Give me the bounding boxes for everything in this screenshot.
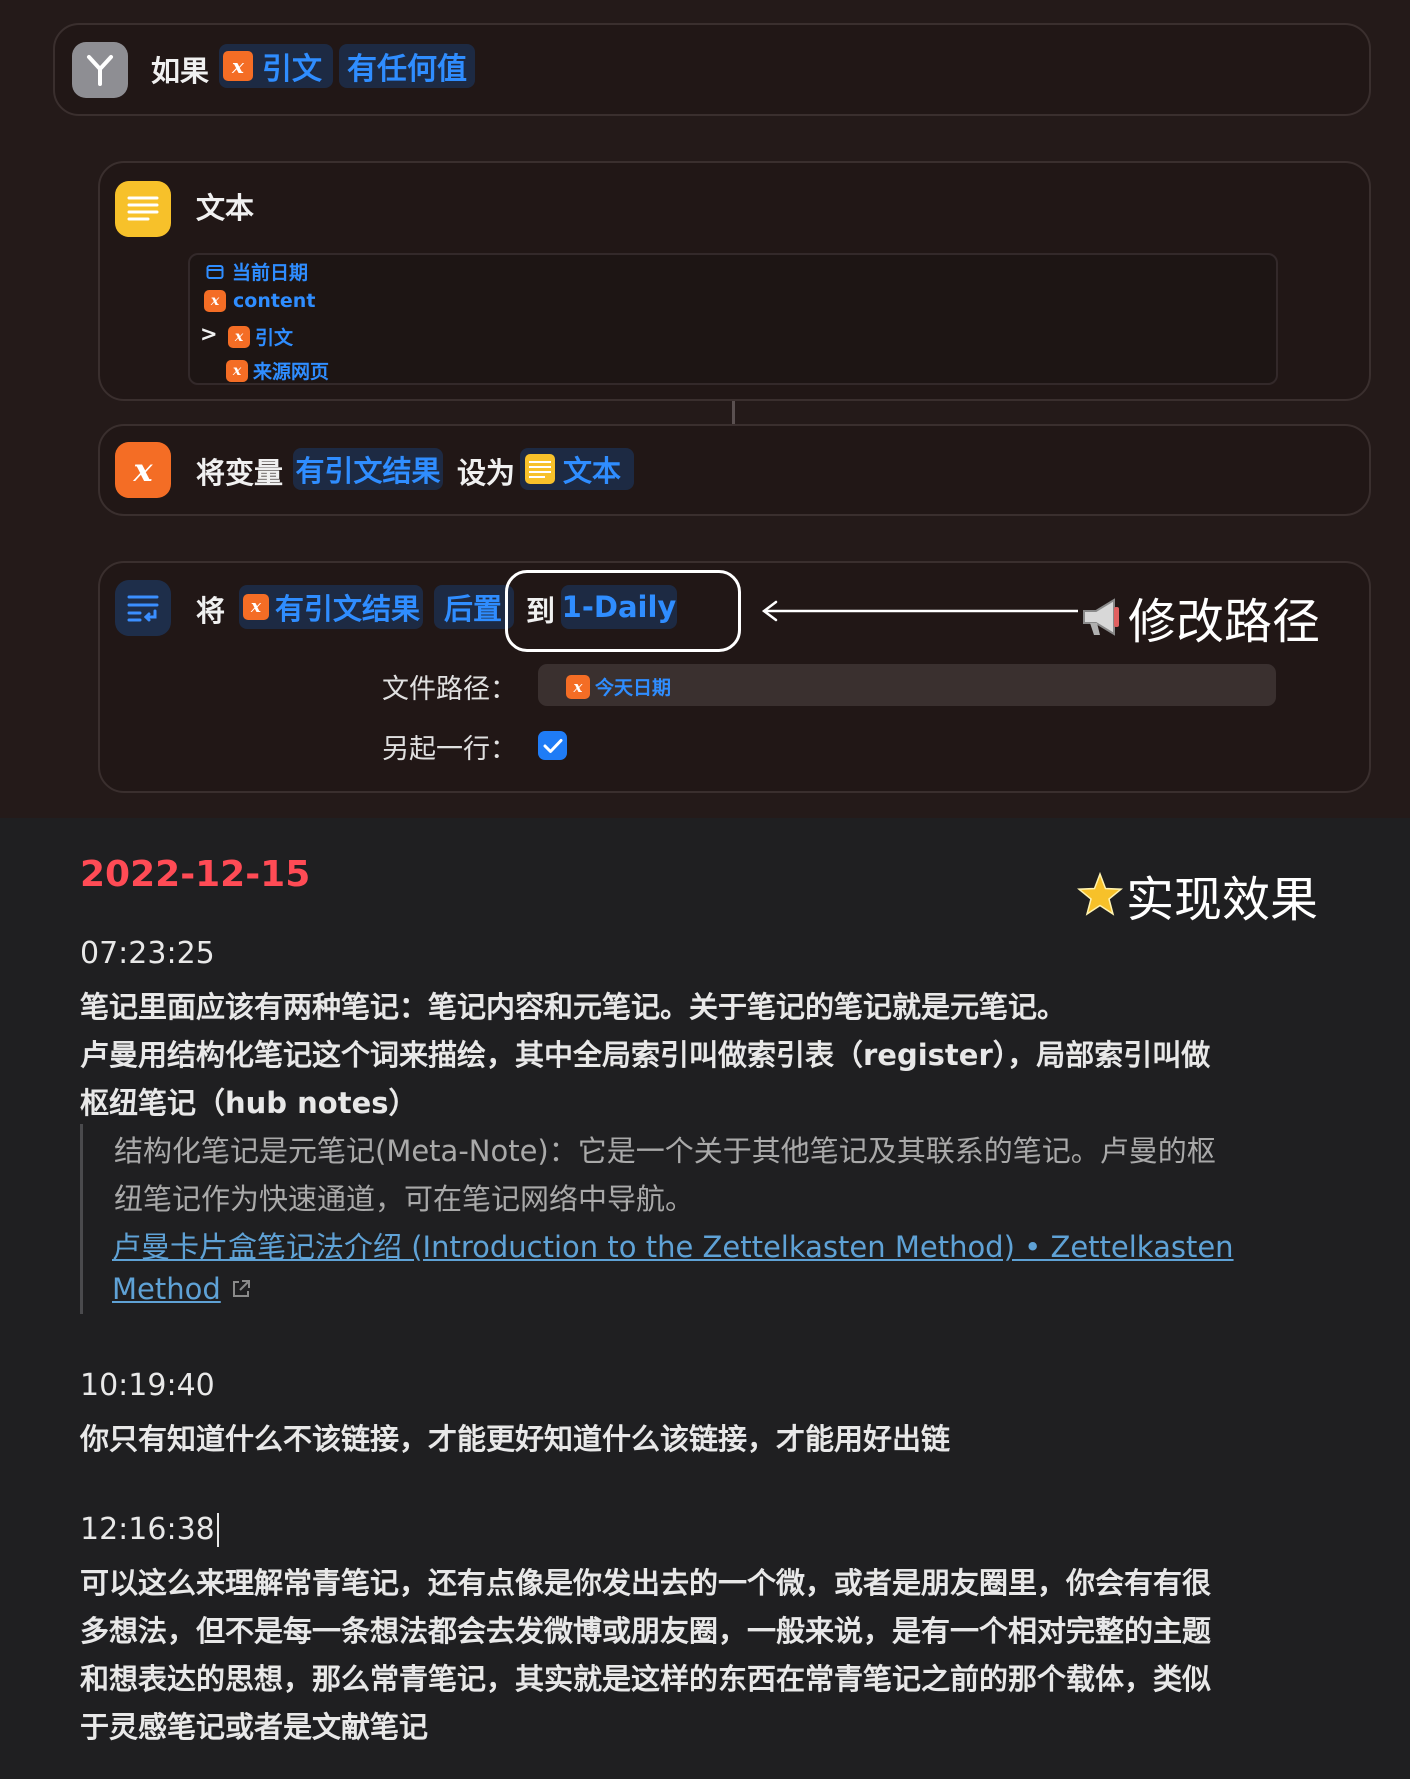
variable-icon: x	[226, 359, 248, 382]
note-date-heading: 2022-12-15	[80, 854, 311, 895]
quote-marker: >	[200, 322, 218, 346]
entry-line: 可以这么来理解常青笔记，还有点像是你发出去的一个微，或者是朋友圈里，你会有有很	[80, 1566, 1212, 1600]
if-keyword: 如果	[151, 54, 210, 88]
action-connector	[732, 401, 735, 424]
entry-time-with-cursor: 12:16:38	[80, 1512, 219, 1547]
today-date-token[interactable]: x 今天日期	[566, 673, 671, 700]
variable-icon: x	[115, 442, 171, 498]
variable-icon: x	[566, 674, 590, 699]
text-icon	[115, 181, 171, 237]
text-icon	[525, 454, 555, 484]
entry-line: 和想表达的思想，那么常青笔记，其实就是这样的东西在常青笔记之前的那个载体，类似	[80, 1662, 1212, 1696]
checkmark-icon	[543, 738, 562, 753]
set-variable-prefix: 将变量	[196, 456, 284, 490]
quote-line: 结构化笔记是元笔记(Meta-Note)：它是一个关于其他笔记及其联系的笔记。卢…	[114, 1134, 1216, 1168]
set-variable-action[interactable]: x 将变量 有引文结果 设为 文本	[98, 424, 1371, 516]
file-path-label: 文件路径：	[382, 674, 517, 705]
entry-line: 笔记里面应该有两种笔记：笔记内容和元笔记。关于笔记的笔记就是元笔记。	[80, 990, 1067, 1024]
if-variable-token[interactable]: x 引文	[219, 44, 333, 88]
quote-variable-token[interactable]: x 引文	[228, 323, 293, 350]
note-preview: 2022-12-15 实现效果 07:23:25 笔记里面应该有两种笔记：笔记内…	[0, 818, 1410, 1779]
source-page-token[interactable]: x 来源网页	[226, 357, 329, 384]
quote-line: 纽笔记作为快速通道，可在笔记网络中导航。	[114, 1182, 695, 1216]
external-link-icon	[232, 1280, 250, 1297]
set-value-token[interactable]: 文本	[520, 448, 634, 490]
source-link-continued[interactable]: Method	[112, 1272, 253, 1306]
result-annotation: 实现效果	[1076, 860, 1318, 930]
new-line-checkbox[interactable]	[538, 731, 567, 760]
megaphone-icon	[1083, 598, 1119, 636]
branch-icon	[72, 42, 128, 98]
variable-icon: x	[223, 51, 253, 81]
append-variable-token[interactable]: x 有引文结果	[239, 585, 423, 629]
variable-icon: x	[243, 594, 269, 620]
entry-line: 你只有知道什么不该链接，才能更好知道什么该链接，才能用好出链	[80, 1422, 951, 1456]
text-cursor	[216, 1512, 219, 1547]
text-content-field[interactable]: 当前日期 x content > x 引文 x 来源网页	[188, 253, 1278, 385]
entry-time: 07:23:25	[80, 936, 215, 971]
highlight-outline	[505, 570, 741, 652]
variable-icon: x	[204, 290, 226, 312]
entry-line: 多想法，但不是每一条想法都会去发微博或朋友圈，一般来说，是有一个相对完整的主题	[80, 1614, 1212, 1648]
append-icon	[115, 580, 171, 636]
set-to-label: 设为	[457, 456, 516, 490]
content-token[interactable]: x content	[204, 290, 315, 312]
calendar-icon	[206, 264, 224, 279]
new-line-label: 另起一行：	[382, 734, 517, 765]
entry-line: 枢纽笔记（hub notes）	[80, 1086, 418, 1120]
file-path-field[interactable]: x 今天日期	[538, 664, 1276, 706]
append-mode-token[interactable]: 后置	[434, 585, 514, 629]
source-link[interactable]: 卢曼卡片盒笔记法介绍 (Introduction to the Zettelka…	[112, 1224, 1234, 1266]
modify-path-annotation: 修改路径	[1078, 582, 1320, 652]
if-condition-token[interactable]: 有任何值	[339, 44, 475, 88]
append-prefix: 将	[196, 594, 226, 628]
text-action[interactable]: 文本 当前日期 x content > x 引文 x 来源网页	[98, 161, 1371, 401]
entry-time: 10:19:40	[80, 1368, 215, 1403]
variable-icon: x	[228, 325, 250, 348]
text-action-title: 文本	[196, 191, 255, 225]
shortcut-editor: 如果 x 引文 有任何值 文本 当前日期 x content > x 引文 x …	[0, 0, 1410, 818]
annotation-arrow	[761, 600, 1078, 622]
star-icon	[1077, 871, 1123, 916]
entry-line: 卢曼用结构化笔记这个词来描绘，其中全局索引叫做索引表（register），局部索…	[80, 1038, 1211, 1072]
blockquote-bar	[80, 1124, 83, 1314]
entry-line: 于灵感笔记或者是文献笔记	[80, 1710, 429, 1744]
variable-name-token[interactable]: 有引文结果	[293, 448, 443, 490]
current-date-token[interactable]: 当前日期	[206, 258, 308, 285]
if-action[interactable]: 如果 x 引文 有任何值	[53, 23, 1371, 116]
